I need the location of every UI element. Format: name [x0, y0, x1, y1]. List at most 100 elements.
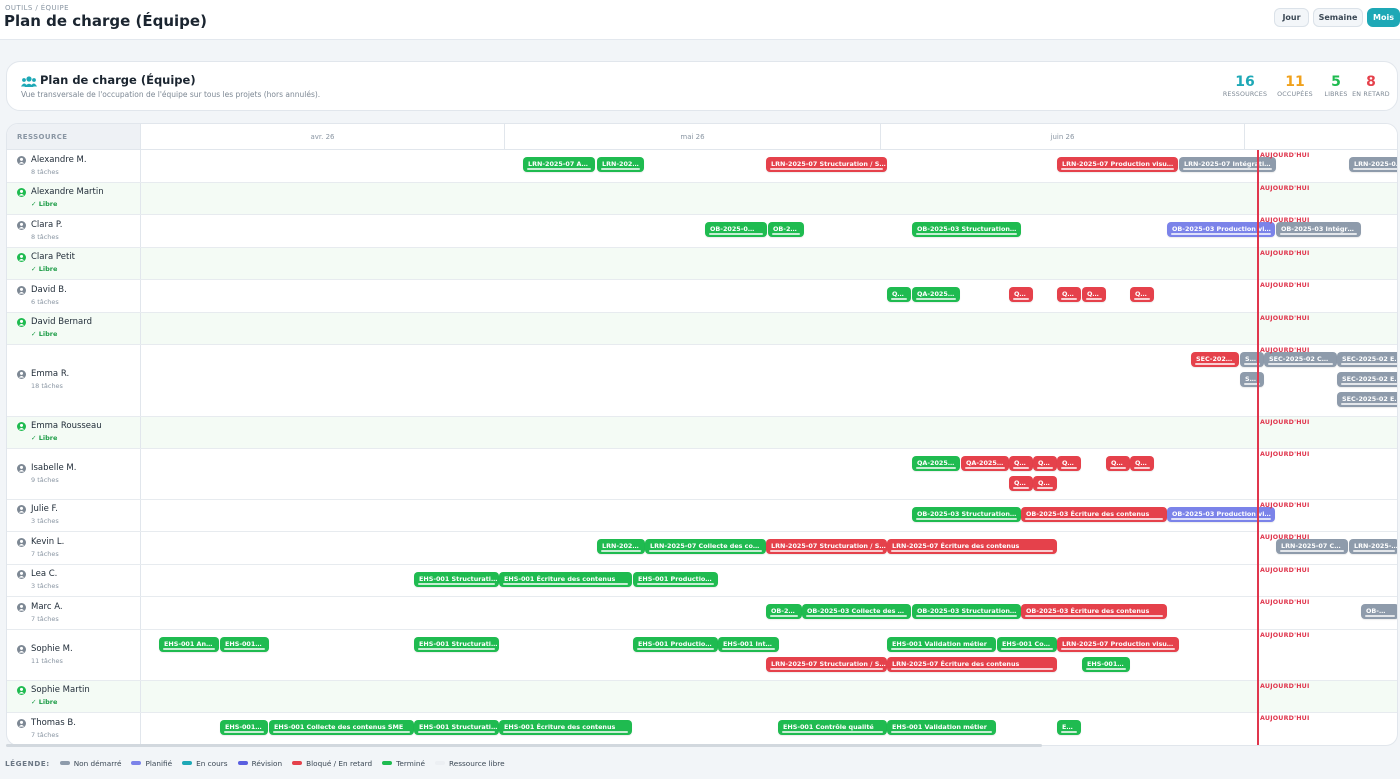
- task-bar[interactable]: EHS-001 Collecte des contenus SME: [269, 720, 414, 735]
- task-count: 3 tâches: [31, 517, 59, 525]
- resource-cell[interactable]: Clara Petit ✓ Libre: [7, 248, 141, 279]
- task-bar[interactable]: QA-2025…: [961, 456, 1009, 471]
- task-bar[interactable]: LRN-2025-07 Écriture des contenus: [887, 657, 1057, 672]
- task-bar[interactable]: OB-2025-03 Structuration…: [912, 507, 1021, 522]
- task-bar[interactable]: LRN-2025-07 Intégrati…: [1179, 157, 1276, 172]
- resource-cell[interactable]: Clara P. 8 tâches: [7, 215, 141, 247]
- task-bar[interactable]: Q…: [1033, 456, 1057, 471]
- task-bar[interactable]: Q…: [1082, 287, 1106, 302]
- task-bar[interactable]: LRN-2025-07 Collecte des co…: [645, 539, 766, 554]
- task-bar[interactable]: S…: [1240, 372, 1264, 387]
- task-bar[interactable]: EHS-001 Int…: [718, 637, 779, 652]
- resource-row: Thomas B. 7 tâches EHS-001… EHS-001 Collect…: [7, 713, 1397, 745]
- resource-cell[interactable]: Emma R. 18 tâches: [7, 345, 141, 416]
- task-bar[interactable]: EHS-001 Structurati…: [414, 720, 499, 735]
- user-icon: [17, 317, 26, 327]
- task-bar[interactable]: LRN-2025-…: [1349, 539, 1397, 554]
- task-bar[interactable]: Q…: [1009, 456, 1033, 471]
- resource-cell[interactable]: Alexandre Martin ✓ Libre: [7, 183, 141, 214]
- task-bar[interactable]: QA-2025…: [912, 456, 960, 471]
- horizontal-scrollbar[interactable]: [6, 744, 1042, 747]
- task-bar[interactable]: S…: [1240, 352, 1264, 367]
- task-bar[interactable]: LRN-2025-07 C…: [1276, 539, 1348, 554]
- resource-cell[interactable]: Marc A. 7 tâches: [7, 597, 141, 629]
- task-bar[interactable]: SEC-2025-02 C…: [1264, 352, 1337, 367]
- legend-title: LÉGENDE:: [5, 758, 50, 768]
- task-bar[interactable]: LRN-202…: [597, 157, 644, 172]
- task-bar[interactable]: LRN-2025-07 Structuration / S…: [766, 657, 887, 672]
- task-bar[interactable]: OB-2025-03 Intégr…: [1276, 222, 1361, 237]
- resource-cell[interactable]: David Bernard ✓ Libre: [7, 313, 141, 344]
- task-bar[interactable]: OB-2…: [766, 604, 802, 619]
- task-bar[interactable]: LRN-2025-07 A…: [523, 157, 595, 172]
- task-bar[interactable]: EHS-001…: [220, 720, 268, 735]
- task-bar[interactable]: E…: [1057, 720, 1081, 735]
- task-bar[interactable]: EHS-001 Écriture des contenus: [499, 572, 632, 587]
- resource-name: Emma Rousseau: [17, 421, 102, 431]
- task-bar[interactable]: LRN-2025-07 Structuration / S…: [766, 539, 887, 554]
- task-bar[interactable]: LRN-2025-07 Production visu…: [1057, 637, 1179, 652]
- task-bar[interactable]: OB-2025-03 Collecte des …: [802, 604, 911, 619]
- task-bar[interactable]: Q…: [1130, 287, 1154, 302]
- task-bar[interactable]: LRN-2025-07 Production visu…: [1057, 157, 1178, 172]
- task-bar[interactable]: OB-2025-03 Écriture des contenus: [1021, 507, 1167, 522]
- task-bar[interactable]: OB-2025-03 Production vi…: [1167, 222, 1275, 237]
- resource-cell[interactable]: Emma Rousseau ✓ Libre: [7, 417, 141, 448]
- task-bar[interactable]: OB-2025-03 Production vi…: [1167, 507, 1275, 522]
- resource-name: Clara Petit: [17, 252, 75, 262]
- task-bar[interactable]: EHS-001 Validation métier: [887, 637, 996, 652]
- task-bar[interactable]: LRN-2025-0…: [1349, 157, 1397, 172]
- view-month-button[interactable]: Mois: [1367, 8, 1400, 27]
- resource-cell[interactable]: Sophie M. 11 tâches: [7, 630, 141, 680]
- task-bar[interactable]: Q…: [1009, 287, 1033, 302]
- view-week-button[interactable]: Semaine: [1313, 8, 1363, 27]
- resource-cell[interactable]: Kevin L. 7 tâches: [7, 532, 141, 564]
- task-bar[interactable]: Q…: [887, 287, 911, 302]
- task-bar[interactable]: LRN-202…: [597, 539, 645, 554]
- task-bar[interactable]: EHS-001 Productio…: [633, 637, 718, 652]
- task-bar[interactable]: EHS-001 Structurati…: [414, 572, 499, 587]
- resource-cell[interactable]: Julie F. 3 tâches: [7, 500, 141, 531]
- task-bar[interactable]: OB-2025-03 Écriture des contenus: [1021, 604, 1167, 619]
- resource-cell[interactable]: Lea C. 3 tâches: [7, 565, 141, 596]
- stat-occup-es: 11 OCCUPÉES: [1276, 74, 1314, 98]
- task-bar[interactable]: OB-2025-0…: [705, 222, 767, 237]
- task-bar[interactable]: SEC-202…: [1191, 352, 1239, 367]
- task-bar[interactable]: Q…: [1057, 287, 1081, 302]
- resource-cell[interactable]: Sophie Martin ✓ Libre: [7, 681, 141, 712]
- resource-cell[interactable]: Thomas B. 7 tâches: [7, 713, 141, 745]
- task-bar[interactable]: OB-2…: [768, 222, 804, 237]
- task-bar[interactable]: EHS-001 Validation métier: [887, 720, 996, 735]
- resource-cell[interactable]: David B. 6 tâches: [7, 280, 141, 312]
- task-bar[interactable]: SEC-2025-02 E…: [1337, 352, 1397, 367]
- task-bar[interactable]: LRN-2025-07 Écriture des contenus: [887, 539, 1057, 554]
- resource-cell[interactable]: Isabelle M. 9 tâches: [7, 449, 141, 499]
- task-bar[interactable]: EHS-001 Structurati…: [414, 637, 499, 652]
- resource-name: Isabelle M.: [17, 463, 76, 473]
- task-bar[interactable]: EHS-001…: [1082, 657, 1130, 672]
- task-bar[interactable]: OB-2025-03 Structuration…: [912, 604, 1021, 619]
- task-bar[interactable]: LRN-2025-07 Structuration / S…: [766, 157, 887, 172]
- summary-title: Plan de charge (Équipe): [40, 73, 196, 87]
- task-bar[interactable]: EHS-001…: [220, 637, 269, 652]
- view-day-button[interactable]: Jour: [1274, 8, 1309, 27]
- task-bar[interactable]: Q…: [1057, 456, 1081, 471]
- task-bar[interactable]: EHS-001 Productio…: [633, 572, 718, 587]
- task-bar[interactable]: EHS-001 Co…: [997, 637, 1057, 652]
- task-bar[interactable]: EHS-001 Contrôle qualité: [778, 720, 887, 735]
- resource-cell[interactable]: Alexandre M. 8 tâches: [7, 150, 141, 182]
- task-bar[interactable]: OB-…: [1361, 604, 1397, 619]
- task-bar[interactable]: Q…: [1033, 476, 1057, 491]
- today-label: AUJOURD'HUI: [1260, 567, 1310, 574]
- today-label: AUJOURD'HUI: [1260, 534, 1310, 541]
- task-bar[interactable]: Q…: [1130, 456, 1154, 471]
- task-bar[interactable]: EHS-001 Écriture des contenus: [499, 720, 632, 735]
- task-bar[interactable]: Q…: [1106, 456, 1130, 471]
- task-bar[interactable]: OB-2025-03 Structuration…: [912, 222, 1021, 237]
- task-bar[interactable]: SEC-2025-02 E…: [1337, 372, 1397, 387]
- task-bar[interactable]: EHS-001 An…: [159, 637, 219, 652]
- task-bar[interactable]: Q…: [1009, 476, 1033, 491]
- task-bar[interactable]: QA-2025…: [912, 287, 960, 302]
- task-bar[interactable]: SEC-2025-02 E…: [1337, 392, 1397, 407]
- resource-name: Alexandre M.: [17, 155, 87, 165]
